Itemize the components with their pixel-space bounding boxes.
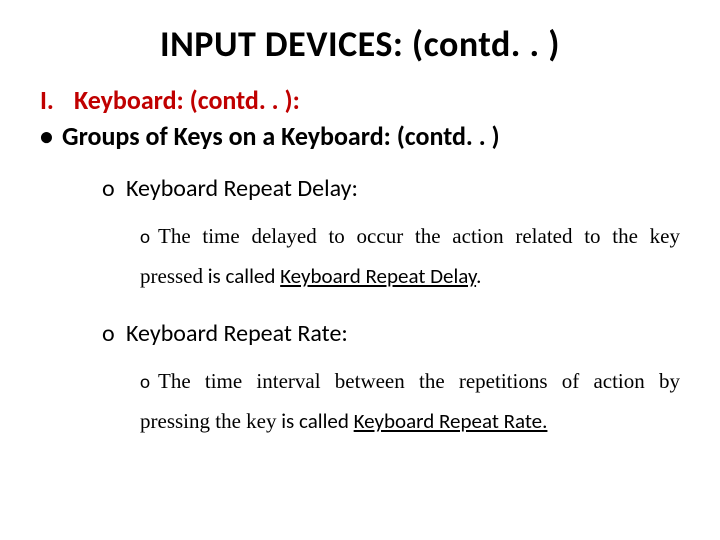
circle-bullet-icon: o	[140, 220, 158, 256]
slide: INPUT DEVICES: (contd. . ) I.Keyboard: (…	[0, 0, 720, 540]
circle-bullet-icon: o	[102, 174, 126, 203]
list-item: oKeyboard Repeat Delay:	[102, 174, 680, 203]
bullet-icon: •	[40, 120, 62, 152]
item-label: Keyboard Repeat Rate:	[126, 319, 348, 348]
roman-numeral: I.	[40, 84, 74, 116]
circle-bullet-icon: o	[140, 365, 158, 401]
section-heading-text: Keyboard: (contd. . ):	[74, 84, 300, 116]
subheading-text: Groups of Keys on a Keyboard: (contd. . …	[62, 120, 500, 152]
detail-text-mid: is called	[276, 408, 353, 434]
item-detail: oThe time delayed to occur the action re…	[140, 217, 680, 297]
item-detail: oThe time interval between the repetitio…	[140, 362, 680, 442]
detail-text-post: .	[476, 263, 481, 289]
list-item: oKeyboard Repeat Rate:	[102, 319, 680, 348]
section-heading: I.Keyboard: (contd. . ):	[40, 84, 680, 116]
subheading: •Groups of Keys on a Keyboard: (contd. .…	[40, 120, 680, 152]
slide-title: INPUT DEVICES: (contd. . )	[40, 22, 680, 66]
detail-text-mid: is called	[203, 263, 280, 289]
circle-bullet-icon: o	[102, 319, 126, 348]
defined-term: Keyboard Repeat Delay	[280, 263, 476, 289]
item-label: Keyboard Repeat Delay:	[126, 174, 358, 203]
defined-term: Keyboard Repeat Rate.	[354, 408, 548, 434]
